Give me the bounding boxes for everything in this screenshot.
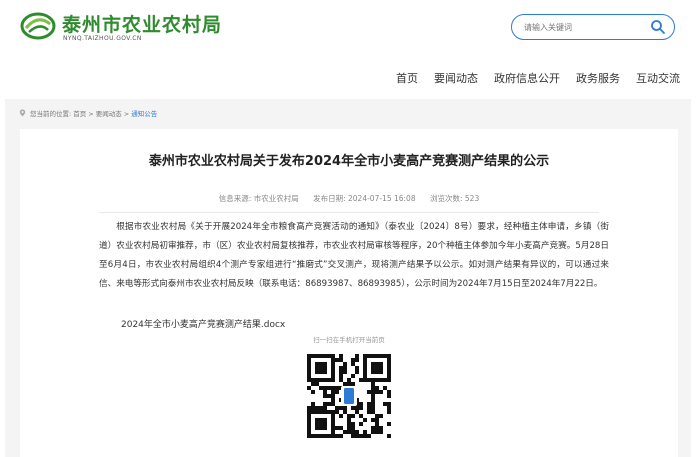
main-nav: 首页 要闻动态 政府信息公开 政务服务 互动交流 (380, 70, 680, 86)
article-source: 信息来源: 市农业农村局 (218, 194, 299, 203)
nav-item-services[interactable]: 政务服务 (576, 70, 620, 86)
meta-divider (99, 212, 599, 213)
breadcrumb: 您当前的位置: 首页 > 要闻动态 > 通知公告 (19, 108, 159, 118)
site-header: 泰州市农业农村局 NYNQ.TAIZHOU.GOV.CN 首页 要闻动态 政府信… (0, 0, 696, 100)
qr-code-icon (307, 354, 391, 438)
search-box (511, 14, 675, 40)
breadcrumb-home[interactable]: 首页 > (73, 108, 94, 118)
nav-item-news[interactable]: 要闻动态 (434, 70, 478, 86)
search-input[interactable] (524, 19, 644, 35)
breadcrumb-current[interactable]: 通知公告 (131, 108, 157, 118)
article-title: 泰州市农业农村局关于发布2024年全市小麦高产竞赛测产结果的公示 (148, 154, 550, 169)
nav-item-interaction[interactable]: 互动交流 (636, 70, 680, 86)
article-date: 发布日期: 2024-07-15 16:08 (313, 194, 416, 203)
article-meta: 信息来源: 市农业农村局 发布日期: 2024-07-15 16:08 浏览次数… (20, 193, 678, 204)
attachment-link[interactable]: 2024年全市小麦高产竞赛测产结果.docx (121, 317, 285, 330)
site-logo-icon[interactable] (20, 12, 56, 40)
location-pin-icon (19, 109, 26, 117)
nav-item-gov-info[interactable]: 政府信息公开 (494, 70, 560, 86)
article-card: 泰州市农业农村局关于发布2024年全市小麦高产竞赛测产结果的公示 信息来源: 市… (20, 129, 678, 457)
article-body: 根据市农业农村局《关于开展2024年全市粮食高产竞赛活动的通知》（泰农业〔202… (99, 222, 609, 289)
site-domain: NYNQ.TAIZHOU.GOV.CN (63, 35, 142, 42)
nav-item-home[interactable]: 首页 (396, 70, 418, 86)
site-title[interactable]: 泰州市农业农村局 (62, 10, 222, 37)
breadcrumb-news[interactable]: 要闻动态 > (96, 108, 130, 118)
article-views: 浏览次数: 523 (429, 194, 480, 203)
main-content: 您当前的位置: 首页 > 要闻动态 > 通知公告 泰州市农业农村局关于发布202… (5, 99, 691, 457)
qr-label: 扫一扫在手机打开当前页 (313, 336, 385, 344)
search-icon[interactable] (650, 19, 666, 35)
breadcrumb-label: 您当前的位置: (30, 110, 72, 118)
